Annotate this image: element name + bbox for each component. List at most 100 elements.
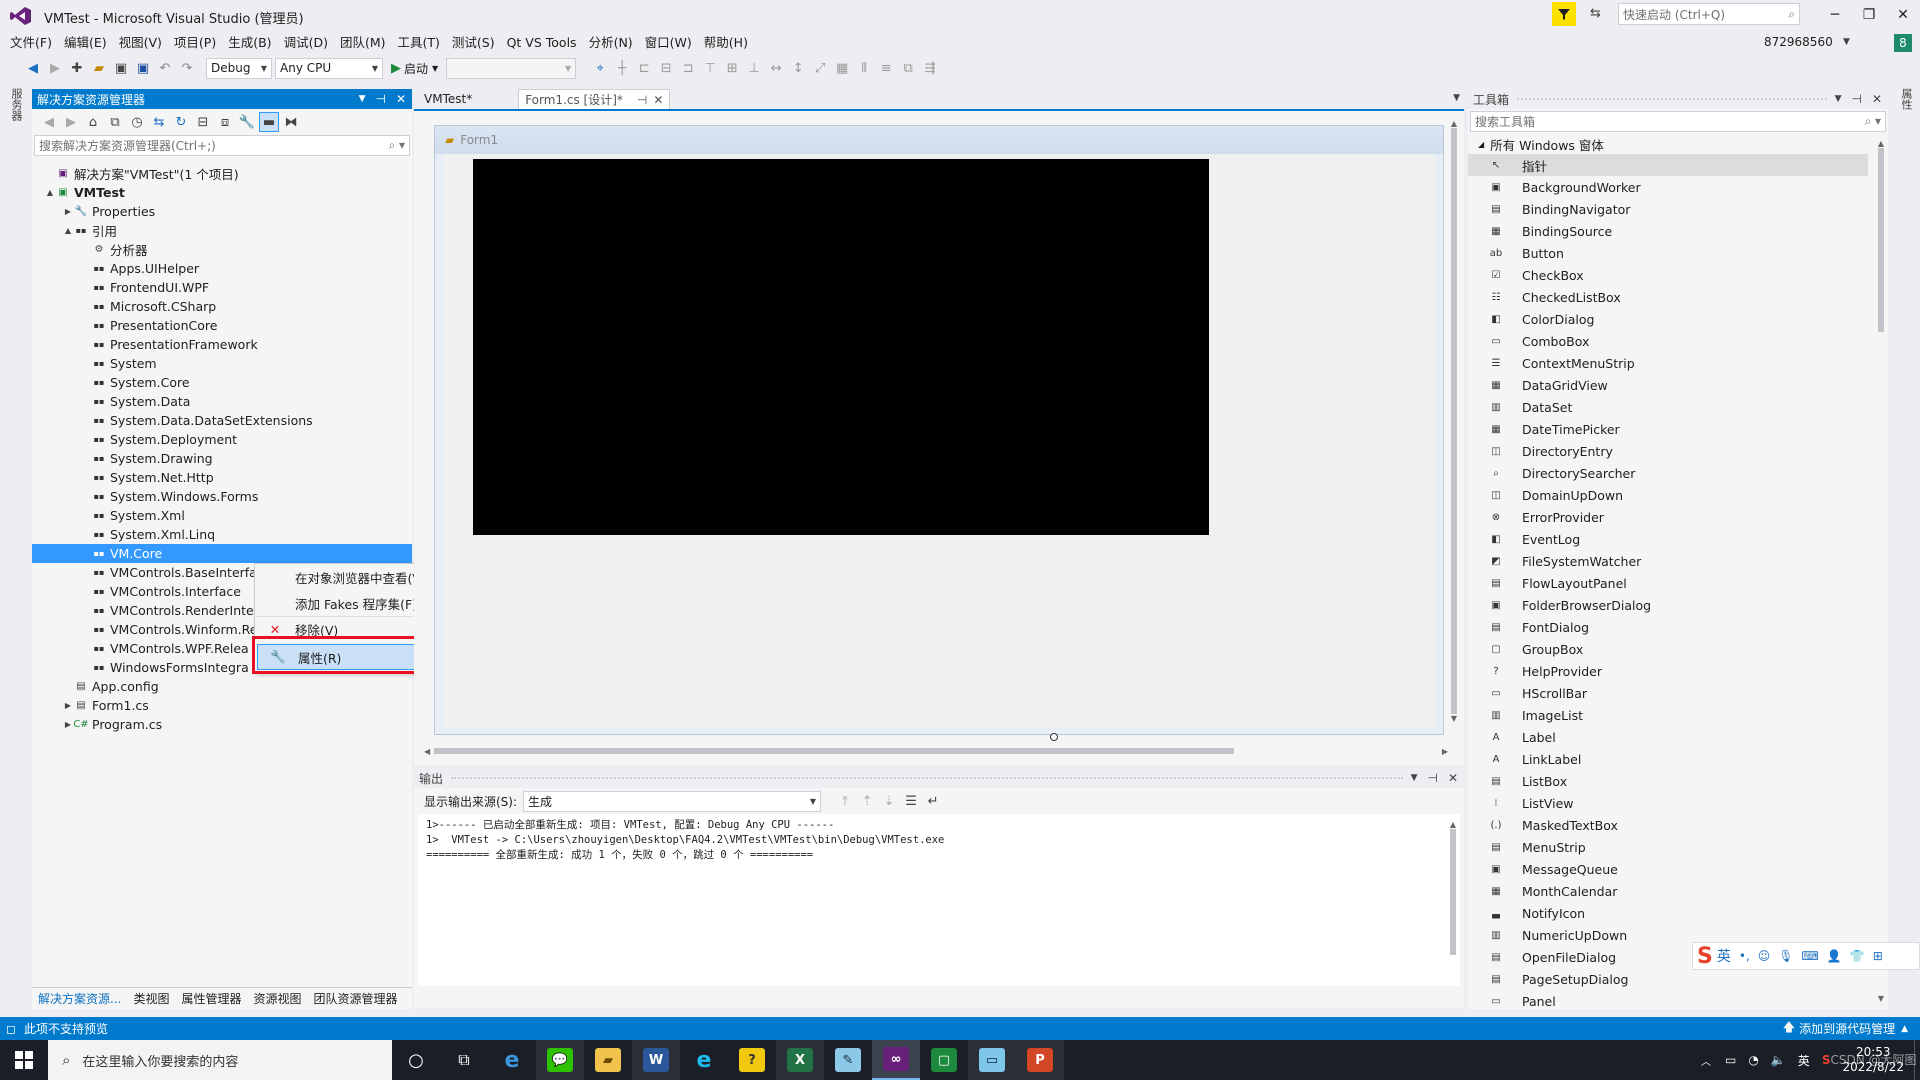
form1-window[interactable]: ▰ Form1 <box>434 125 1444 735</box>
tree-item[interactable]: ▪▪ FrontendUI.WPF <box>32 278 412 297</box>
visual-studio-taskbar-icon[interactable]: ∞ <box>872 1040 920 1080</box>
toolbox-item[interactable]: ▦ DataGridView <box>1468 374 1868 396</box>
output-header[interactable]: 输出 ▼ ⊣ ✕ <box>414 768 1464 788</box>
task-view-icon[interactable]: ⧉ <box>440 1040 488 1080</box>
menu-item[interactable]: 帮助(H) <box>698 32 754 54</box>
menu-item[interactable]: 调试(D) <box>278 32 334 54</box>
word-icon[interactable]: W <box>632 1040 680 1080</box>
tree-item[interactable]: ▪▪ Apps.UIHelper <box>32 259 412 278</box>
toolbox-item[interactable]: ⌕ DirectorySearcher <box>1468 462 1868 484</box>
tree-item[interactable]: ▪▪ PresentationCore <box>32 316 412 335</box>
green-app-icon[interactable]: ▢ <box>920 1040 968 1080</box>
toolbox-item[interactable]: ◧ ColorDialog <box>1468 308 1868 330</box>
tree-item[interactable]: ▣ 解决方案"VMTest"(1 个项目) <box>32 164 412 183</box>
toolbox-item[interactable]: ▥ DataSet <box>1468 396 1868 418</box>
tree-item[interactable]: ▶ 🔧 Properties <box>32 202 412 221</box>
startup-item-select[interactable]: ▼ <box>446 57 577 79</box>
tree-item[interactable]: ▪▪ VM.Core <box>32 544 412 563</box>
minimize-button[interactable]: ─ <box>1818 0 1852 30</box>
dropdown-icon[interactable]: ▼ <box>1411 773 1418 783</box>
align-left-icon[interactable]: ⊏ <box>634 58 654 78</box>
toolbox-item[interactable]: ▣ FolderBrowserDialog <box>1468 594 1868 616</box>
close-panel-icon[interactable]: ✕ <box>1872 92 1882 106</box>
tree-item[interactable]: ▪▪ System.Windows.Forms <box>32 487 412 506</box>
tree-item[interactable]: ▶ C# Program.cs <box>32 715 412 734</box>
account-avatar[interactable]: 8 <box>1894 34 1912 52</box>
toolbox-item[interactable]: ▤ BindingNavigator <box>1468 198 1868 220</box>
toolbox-item[interactable]: ☰ ContextMenuStrip <box>1468 352 1868 374</box>
panel-tab[interactable]: 解决方案资源... <box>32 989 127 1009</box>
align-grid-icon[interactable]: ┼ <box>612 58 632 78</box>
toolbox-item[interactable]: ab Button <box>1468 242 1868 264</box>
tree-item[interactable]: ▪▪ System.Net.Http <box>32 468 412 487</box>
class-diagram-icon[interactable]: ⧓ <box>281 112 301 132</box>
wechat-icon[interactable]: 💬 <box>536 1040 584 1080</box>
toolbox-item[interactable]: ◫ DirectoryEntry <box>1468 440 1868 462</box>
toolbox-item[interactable]: ▣ MessageQueue <box>1468 858 1868 880</box>
toolbox-item[interactable]: ▢ GroupBox <box>1468 638 1868 660</box>
mic-icon[interactable]: 🎙 <box>1778 949 1793 963</box>
menu-item[interactable]: 编辑(E) <box>58 32 113 54</box>
tree-item[interactable]: ▪▪ System.Deployment <box>32 430 412 449</box>
panel-tab[interactable]: 团队资源管理器 <box>308 989 404 1009</box>
open-file-icon[interactable]: ▰ <box>89 58 109 78</box>
solution-platform-select[interactable]: Any CPU ▼ <box>275 57 383 79</box>
volume-icon[interactable]: 🔈 <box>1771 1053 1786 1067</box>
make-same-width-icon[interactable]: ↔ <box>766 58 786 78</box>
toolbox-item[interactable]: ▤ MenuStrip <box>1468 836 1868 858</box>
restore-button[interactable]: ❐ <box>1852 0 1886 30</box>
pin-icon[interactable]: ⊣ <box>1427 771 1437 785</box>
toolbox-grid-icon[interactable]: ⊞ <box>1873 949 1883 963</box>
vertical-spacing-icon[interactable]: ≡ <box>876 58 896 78</box>
show-all-files-icon[interactable]: ⧈ <box>215 112 235 132</box>
tree-item[interactable]: ▶ ▤ Form1.cs <box>32 696 412 715</box>
toolbox-item[interactable]: ▭ ComboBox <box>1468 330 1868 352</box>
toolbox-scrollbar[interactable]: ▲ ▼ <box>1876 139 1886 1003</box>
sogou-logo-icon[interactable]: S <box>1697 944 1713 969</box>
tree-item[interactable]: ▪▪ Microsoft.CSharp <box>32 297 412 316</box>
start-debug-button[interactable]: ▶ 启动 ▼ <box>391 60 438 77</box>
add-to-source-control[interactable]: 添加到源代码管理 <box>1799 1020 1895 1037</box>
panel-tab[interactable]: 资源视图 <box>247 989 307 1009</box>
cortana-icon[interactable]: ○ <box>392 1040 440 1080</box>
panel-tab[interactable]: 类视图 <box>127 989 175 1009</box>
dropdown-icon[interactable]: ▼ <box>359 94 366 104</box>
toolbox-item[interactable]: A LinkLabel <box>1468 748 1868 770</box>
find-message-icon[interactable]: ⤒ <box>835 791 855 811</box>
tab-overflow-icon[interactable]: ▼ <box>1453 93 1460 103</box>
toolbox-group-header[interactable]: ◢ 所有 Windows 窗体 <box>1468 134 1888 154</box>
render-control[interactable] <box>473 159 1209 535</box>
save-all-icon[interactable]: ▣ <box>133 58 153 78</box>
bring-to-front-icon[interactable]: ⧉ <box>898 58 918 78</box>
close-window-button[interactable]: ✕ <box>1886 0 1920 30</box>
help-icon[interactable]: ? <box>728 1040 776 1080</box>
tree-item[interactable]: ▪▪ System.Data.DataSetExtensions <box>32 411 412 430</box>
align-right-icon[interactable]: ⊐ <box>678 58 698 78</box>
new-project-icon[interactable]: ✚ <box>67 58 87 78</box>
battery-icon[interactable]: ▭ <box>1725 1053 1736 1067</box>
tree-item[interactable]: ▤ App.config <box>32 677 412 696</box>
output-scrollbar[interactable]: ▲ <box>1448 820 1458 990</box>
account-dropdown-icon[interactable]: ▼ <box>1843 37 1850 47</box>
expand-arrow-icon[interactable]: ▲ <box>44 188 56 197</box>
tree-item[interactable]: ▪▪ System.Xml <box>32 506 412 525</box>
close-panel-icon[interactable]: ✕ <box>1448 771 1458 785</box>
toolbox-item[interactable]: ◧ EventLog <box>1468 528 1868 550</box>
tree-item[interactable]: ▪▪ PresentationFramework <box>32 335 412 354</box>
toolbox-header[interactable]: 工具箱 ▼ ⊣ ✕ <box>1468 89 1888 109</box>
punctuation-icon[interactable]: •, <box>1739 949 1750 963</box>
emoji-icon[interactable]: ☺ <box>1758 949 1771 963</box>
keyboard-icon[interactable]: ⌨ <box>1802 949 1819 963</box>
word-wrap-icon[interactable]: ↵ <box>923 791 943 811</box>
ie-icon[interactable]: e <box>680 1040 728 1080</box>
toolbox-item[interactable]: ◩ FileSystemWatcher <box>1468 550 1868 572</box>
menu-item[interactable]: 视图(V) <box>113 32 168 54</box>
tree-item[interactable]: ▪▪ System.Data <box>32 392 412 411</box>
menu-item[interactable]: 文件(F) <box>4 32 58 54</box>
close-tab-icon[interactable]: ✕ <box>653 93 663 107</box>
forward-icon[interactable]: ▶ <box>45 58 65 78</box>
start-button[interactable] <box>0 1040 48 1080</box>
quick-launch-input[interactable]: 快速启动 (Ctrl+Q) ⌕ <box>1618 3 1800 25</box>
toolbox-item[interactable]: ▭ Panel <box>1468 990 1868 1010</box>
refresh-icon[interactable]: ↻ <box>171 112 191 132</box>
